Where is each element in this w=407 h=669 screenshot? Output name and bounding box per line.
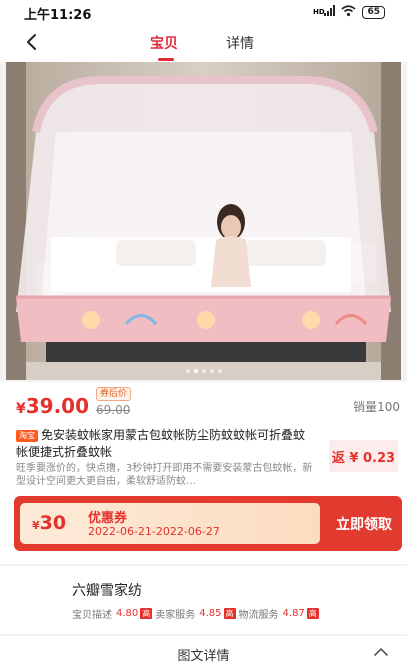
product-title-text: 免安装蚊帐家用蒙古包蚊帐防尘防蚊蚊帐可折叠蚊帐便捷式折叠蚊帐 (16, 428, 306, 459)
gallery-dot-active (193, 369, 198, 373)
original-price: 69.00 (96, 403, 131, 417)
coupon-body: ¥30 优惠券 2022-06-21-2022-06-27 (20, 503, 320, 544)
coupon-amount: ¥30 (32, 512, 66, 534)
signal-label: HD (313, 8, 325, 16)
rating-value: 4.80 (116, 608, 139, 619)
status-time: 上午11:26 (24, 8, 92, 23)
gallery-dot (201, 369, 206, 373)
detail-section-title: 图文详情 (177, 649, 230, 664)
detail-section-header[interactable]: 图文详情 (0, 636, 407, 669)
coupon-amount-value: 30 (39, 512, 67, 534)
coupon-price-tag: 券后价 (96, 387, 132, 401)
rating-label: 物流服务 (238, 610, 279, 621)
coupon-card[interactable]: ¥30 优惠券 2022-06-21-2022-06-27 立即领取 (14, 496, 402, 551)
product-info: ¥39.00 券后价 69.00 销量100 淘宝 免安装蚊帐家用蒙古包蚊帐防尘防… (0, 382, 407, 492)
claim-coupon-button[interactable]: 立即领取 (336, 514, 392, 534)
currency-symbol: ¥ (16, 401, 26, 417)
wifi-icon (341, 5, 356, 20)
taobao-badge: 淘宝 (16, 430, 38, 442)
mosquito-net-photo (6, 62, 401, 380)
tab-details[interactable]: 详情 (226, 33, 254, 53)
rating-level-badge: 高 (140, 608, 153, 619)
rating-value: 4.87 (282, 608, 305, 619)
gallery-indicator (6, 369, 401, 373)
coupon-section: ¥30 优惠券 2022-06-21-2022-06-27 立即领取 (0, 492, 407, 564)
rating-label: 宝贝描述 (72, 610, 112, 621)
gallery-dot (217, 369, 222, 373)
price-value: 39.00 (25, 394, 90, 418)
rebate-badge[interactable]: 返 ¥ 0.23 (329, 440, 398, 472)
status-bar: 上午11:26 HD 65 (0, 0, 407, 24)
rating-value: 4.85 (199, 608, 222, 619)
back-arrow-icon[interactable] (22, 32, 42, 52)
rating-level-badge: 高 (306, 608, 319, 619)
sales-count: 销量100 (353, 400, 400, 414)
product-title[interactable]: 淘宝 免安装蚊帐家用蒙古包蚊帐防尘防蚊蚊帐可折叠蚊帐便捷式折叠蚊帐 (16, 427, 316, 461)
shop-ratings: 宝贝描述 4.80 高 卖家服务 4.85 高 物流服务 4.87 高 (72, 606, 322, 621)
battery-icon: 65 (362, 6, 385, 19)
price: ¥39.00 (16, 394, 89, 418)
coupon-currency: ¥ (32, 519, 40, 532)
product-description: 旺季要涨价的，快点撸，3秒钟打开即用不需要安装蒙古包蚊帐，新型设计空间更大更自由… (16, 463, 313, 487)
product-image[interactable] (6, 62, 401, 380)
rating-level-badge: 高 (223, 608, 236, 619)
shop-info[interactable]: 六瓣雪家纺 宝贝描述 4.80 高 卖家服务 4.85 高 物流服务 4.87 … (0, 566, 407, 634)
signal-icon: HD (313, 5, 336, 20)
coupon-date-range: 2022-06-21-2022-06-27 (88, 525, 220, 538)
gallery-dot (209, 369, 214, 373)
gallery-dot (185, 369, 190, 373)
coupon-name: 优惠券 (88, 511, 128, 526)
chevron-up-icon[interactable] (373, 644, 389, 658)
rating-label: 卖家服务 (155, 610, 196, 621)
top-nav: 宝贝 详情 (0, 24, 407, 62)
tab-baobei[interactable]: 宝贝 (150, 33, 178, 61)
shop-name: 六瓣雪家纺 (72, 583, 142, 599)
status-icons: HD 65 (313, 5, 385, 20)
